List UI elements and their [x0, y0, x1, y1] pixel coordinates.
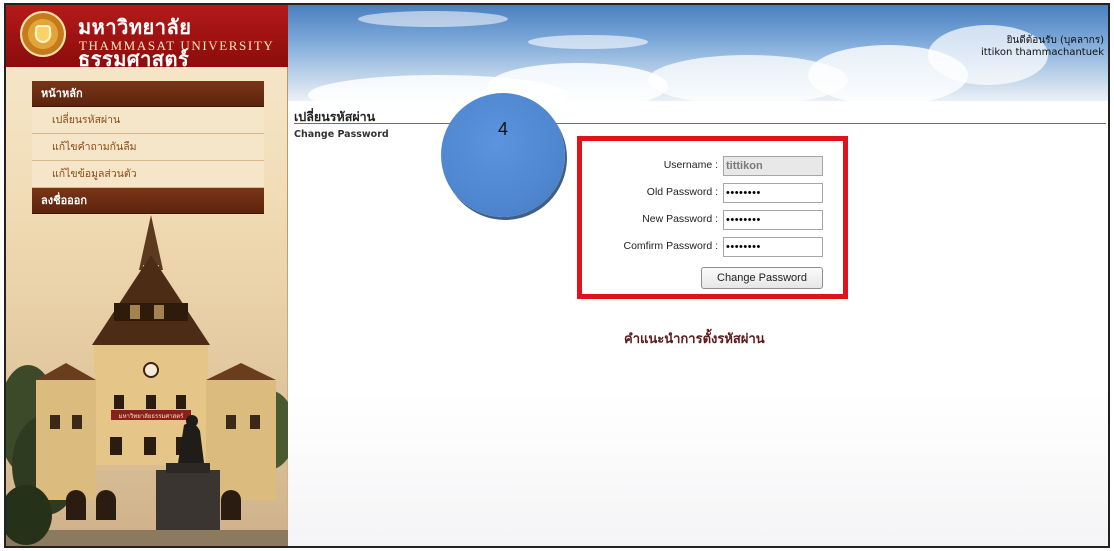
sidebar-menu: หน้าหลัก เปลี่ยนรหัสผ่าน แก้ไขคำถามกันลื…: [32, 81, 264, 214]
password-advice-heading: คำแนะนำการตั้งรหัสผ่าน: [624, 332, 765, 347]
username-row: Username : tittikon: [582, 156, 843, 176]
university-seal-icon: [20, 11, 66, 57]
university-header: มหาวิทยาลัยธรรมศาสตร์ THAMMASAT UNIVERSI…: [6, 5, 288, 71]
brand-english-name: THAMMASAT UNIVERSITY: [79, 38, 275, 53]
confirm-password-label: Comfirm Password :: [623, 240, 718, 252]
page-subtitle: Change Password: [294, 129, 389, 140]
building-sign: มหาวิทยาลัยธรรมศาสตร์: [119, 412, 184, 420]
welcome-text: ยินดีต้อนรับ (บุคลากร): [1006, 35, 1104, 46]
menu-logout[interactable]: ลงชื่อออก: [32, 188, 264, 214]
welcome-box: ยินดีต้อนรับ (บุคลากร) ittikon thammacha…: [981, 35, 1104, 59]
confirm-password-input[interactable]: ••••••••: [723, 237, 823, 257]
confirm-password-row: Comfirm Password : ••••••••: [582, 237, 843, 257]
menu-home[interactable]: หน้าหลัก: [32, 81, 264, 107]
step-number-badge: 4: [441, 93, 565, 217]
username-label: Username :: [663, 159, 718, 171]
step-number: 4: [497, 119, 508, 139]
change-password-button[interactable]: Change Password: [701, 267, 823, 289]
old-password-input[interactable]: ••••••••: [723, 183, 823, 203]
change-password-form: Username : tittikon Old Password : •••••…: [577, 136, 848, 299]
menu-item-change-password[interactable]: เปลี่ยนรหัสผ่าน: [32, 107, 264, 134]
menu-item-edit-security-question[interactable]: แก้ไขคำถามกันลืม: [32, 134, 264, 161]
main-content: เปลี่ยนรหัสผ่าน Change Password 4 Userna…: [288, 93, 1108, 546]
dome-building-illustration: มหาวิทยาลัยธรรมศาสตร์: [6, 215, 288, 546]
logged-in-user: ittikon thammachantuek: [981, 47, 1104, 58]
new-password-row: New Password : ••••••••: [582, 210, 843, 230]
page-title: เปลี่ยนรหัสผ่าน: [294, 109, 376, 124]
sidebar: มหาวิทยาลัยธรรมศาสตร์ THAMMASAT UNIVERSI…: [6, 5, 288, 546]
title-divider: [294, 123, 1106, 124]
old-password-row: Old Password : ••••••••: [582, 183, 843, 203]
new-password-label: New Password :: [642, 213, 718, 225]
old-password-label: Old Password :: [646, 186, 718, 198]
new-password-input[interactable]: ••••••••: [723, 210, 823, 230]
username-field: tittikon: [723, 156, 823, 176]
content-lower-area: [288, 391, 1108, 546]
menu-item-edit-profile[interactable]: แก้ไขข้อมูลส่วนตัว: [32, 161, 264, 188]
browser-frame: มหาวิทยาลัยธรรมศาสตร์ THAMMASAT UNIVERSI…: [4, 3, 1110, 548]
sky-banner: ยินดีต้อนรับ (บุคลากร) ittikon thammacha…: [288, 5, 1108, 101]
